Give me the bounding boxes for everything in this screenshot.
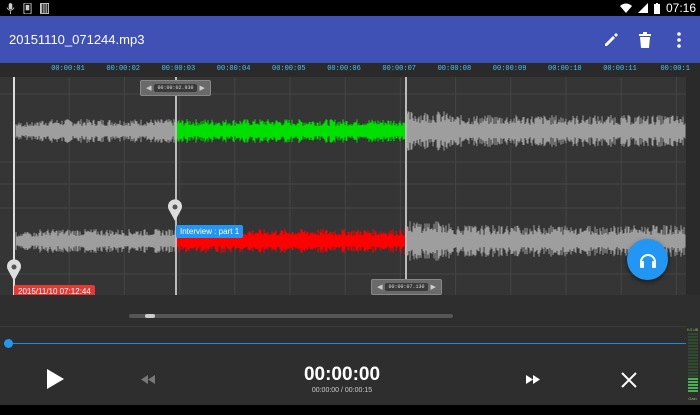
timeline-tick-label: 00:00:04 (216, 65, 251, 73)
right-arrow-icon: ▶ (199, 85, 205, 92)
vu-segment (688, 363, 698, 365)
timeline-tick-label: 00:00:02 (106, 65, 140, 73)
fast-forward-icon (526, 374, 540, 384)
vu-segment (688, 348, 698, 350)
player-panel (0, 295, 700, 415)
waveform-area[interactable] (0, 77, 686, 295)
vu-segment (688, 378, 698, 380)
bookmark-pin-icon[interactable] (167, 199, 183, 221)
vu-segment (688, 357, 698, 359)
vu-segment (688, 360, 698, 362)
wifi-icon (619, 3, 632, 13)
vu-top-label: 0.0 dB (686, 327, 699, 332)
more-vert-icon (677, 31, 681, 48)
vu-segment (688, 366, 698, 368)
selection-start-handle[interactable]: ◀ 00:00:02.930 ▶ (140, 80, 211, 96)
timeline-tick-label: 00:00:11 (603, 65, 637, 73)
headphones-icon (639, 253, 656, 268)
left-arrow-icon: ◀ (146, 85, 152, 92)
nav-bar (0, 405, 700, 415)
vu-bottom-label: Gain (688, 396, 697, 401)
seek-thumb[interactable] (4, 339, 13, 348)
horizontal-scrollbar[interactable] (129, 314, 453, 318)
clock-text: 07:16 (665, 1, 696, 15)
phone-icon (23, 2, 32, 14)
vu-meter (688, 333, 698, 392)
signal-icon (637, 3, 648, 13)
edit-button[interactable] (602, 31, 620, 49)
position-total: 00:00:00 / 00:00:15 (311, 387, 373, 394)
vu-segment (688, 381, 698, 383)
selection-end-time: 00:00:07.130 (385, 283, 428, 291)
vu-segment (688, 375, 698, 377)
timeline-tick-label: 00:00:06 (327, 65, 361, 73)
bookmark-label[interactable]: Interview : part 1 (176, 225, 244, 238)
divider (0, 326, 686, 327)
seek-bar[interactable] (9, 343, 686, 344)
vu-segment (688, 387, 698, 389)
status-bar: 07:16 (0, 0, 700, 16)
close-icon (621, 372, 637, 388)
selection-start-time: 00:00:02.930 (154, 84, 197, 92)
timeline-tick-label: 00:00:05 (271, 65, 306, 73)
vu-segment (688, 345, 698, 347)
vu-segment (688, 390, 698, 392)
scrollbar-thumb[interactable] (145, 314, 155, 318)
vu-segment (688, 351, 698, 353)
waveform-scroll-edge (686, 77, 700, 295)
right-arrow-icon: ▶ (430, 284, 436, 291)
left-arrow-icon: ◀ (377, 284, 383, 291)
vu-segment (688, 333, 698, 335)
start-pin-icon[interactable] (6, 259, 22, 281)
vu-segment (688, 372, 698, 374)
file-title: 20151110_071244.mp3 (9, 32, 145, 47)
timeline-tick-label: 00:00:09 (492, 65, 527, 73)
vu-segment (688, 354, 698, 356)
timeline-tick-label: 00:00:01 (51, 65, 85, 73)
battery-icon (653, 2, 660, 14)
timeline-tick-label: 00:00:10 (547, 65, 582, 73)
close-button[interactable] (618, 369, 640, 391)
barcode-icon (40, 2, 49, 14)
rewind-icon (141, 374, 155, 384)
pencil-icon (605, 32, 618, 46)
listen-button[interactable] (627, 239, 668, 280)
current-time: 00:00:00 (303, 364, 381, 385)
more-options-button[interactable] (670, 31, 688, 49)
app-bar: 20151110_071244.mp3 (0, 16, 700, 63)
vu-segment (688, 342, 698, 344)
fast-forward-button[interactable] (523, 372, 543, 386)
rewind-button[interactable] (138, 372, 158, 386)
delete-button[interactable] (636, 31, 654, 49)
audio-editor-screen: 07:16 20151110_071244.mp3 00:00:01 00:00:… (0, 0, 700, 415)
play-button[interactable] (42, 366, 68, 392)
vu-segment (688, 369, 698, 371)
timeline-tick-label: 00:00:03 (161, 65, 196, 73)
vu-segment (688, 384, 698, 386)
timeline-ruler[interactable]: 00:00:01 00:00:02 00:00:03 00:00:04 00:00:05… (0, 63, 700, 77)
timeline-tick-label: 00:00:07 (382, 65, 416, 73)
vu-segment (688, 336, 698, 338)
timeline-tick-label: 00:00:1 (660, 65, 690, 73)
vu-segment (688, 339, 698, 341)
play-icon (47, 369, 64, 389)
waveform-canvas[interactable] (0, 77, 686, 295)
trash-icon (639, 31, 651, 48)
selection-end-handle[interactable]: ◀ 00:00:07.130 ▶ (371, 279, 442, 295)
timeline-tick-label: 00:00:08 (437, 65, 472, 73)
microphone-icon (6, 2, 15, 14)
